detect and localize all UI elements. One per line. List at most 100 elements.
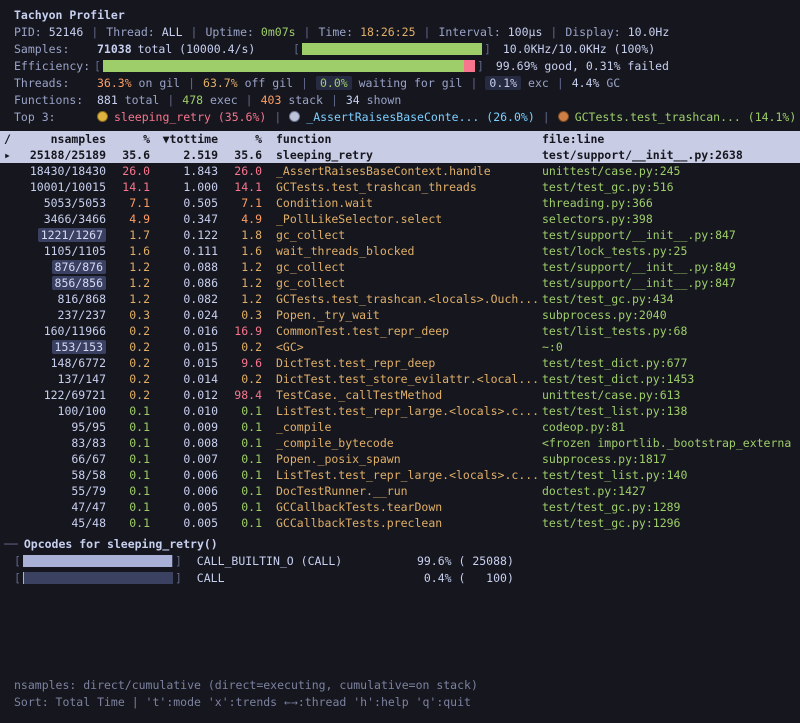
function-cell: Popen._try_wait: [276, 307, 538, 323]
nsamples-cell: 237/237: [14, 307, 106, 323]
function-cell: wait_threads_blocked: [276, 243, 538, 259]
file-line-cell: test/test_gc.py:1289: [542, 499, 800, 515]
file-line-cell: test/support/__init__.py:847: [542, 227, 800, 243]
tottime-cell: 0.005: [150, 499, 218, 515]
column-header-pct-direct[interactable]: %: [106, 131, 150, 147]
tottime-cell: 0.008: [150, 435, 218, 451]
nsamples-value: 45/48: [71, 516, 106, 530]
table-row[interactable]: 137/1470.20.0140.2DictTest.test_store_ev…: [0, 371, 800, 387]
function-cell: ListTest.test_repr_large.<locals>.c...: [276, 403, 538, 419]
nsamples-cell: 47/47: [14, 499, 106, 515]
opcodes-title: Opcodes for sleeping_retry(): [18, 537, 218, 551]
direct-pct-cell: 35.6: [106, 147, 150, 163]
table-row[interactable]: 160/119660.20.01616.9CommonTest.test_rep…: [0, 323, 800, 339]
file-line-cell: test/test_dict.py:677: [542, 355, 800, 371]
separator: |: [188, 76, 195, 90]
direct-pct-cell: 0.2: [106, 371, 150, 387]
nsamples-value: 856/856: [52, 276, 106, 290]
column-header-pct-cumulative[interactable]: %: [218, 131, 262, 147]
table-row[interactable]: 153/1530.20.0150.2<GC>~:0: [0, 339, 800, 355]
direct-pct-cell: 0.1: [106, 499, 150, 515]
interval-label: Interval:: [438, 25, 500, 39]
table-row[interactable]: 100/1000.10.0100.1ListTest.test_repr_lar…: [0, 403, 800, 419]
functions-exec-label: exec: [203, 93, 238, 107]
column-header-function[interactable]: function: [276, 131, 538, 147]
time-value: 18:26:25: [360, 25, 415, 39]
nsamples-value: 148/6772: [51, 356, 106, 370]
keybindings-help-text: Sort: Total Time | 't':mode 'x':trends ←…: [0, 694, 800, 711]
table-row[interactable]: 237/2370.30.0240.3Popen._try_waitsubproc…: [0, 307, 800, 323]
table-row[interactable]: 5053/50537.10.5057.1Condition.waitthread…: [0, 195, 800, 211]
app-title: Tachyon Profiler: [0, 6, 800, 23]
nsamples-value: 5053/5053: [44, 196, 106, 210]
table-row[interactable]: 66/670.10.0070.1Popen._posix_spawnsubpro…: [0, 451, 800, 467]
function-cell: DictTest.test_store_evilattr.<local...: [276, 371, 538, 387]
top3-function-1[interactable]: sleeping_retry (35.6%): [114, 110, 266, 124]
function-cell: <GC>: [276, 339, 538, 355]
nsamples-cell: 3466/3466: [14, 211, 106, 227]
direct-pct-cell: 1.2: [106, 291, 150, 307]
nsamples-cell: 58/58: [14, 467, 106, 483]
cumulative-pct-cell: 0.1: [218, 451, 262, 467]
column-header-file-line[interactable]: file:line: [542, 131, 800, 147]
nsamples-cell: 816/868: [14, 291, 106, 307]
cumulative-pct-cell: 0.1: [218, 483, 262, 499]
nsamples-cell: 876/876: [14, 259, 106, 275]
table-row[interactable]: 148/67720.20.0159.6DictTest.test_repr_de…: [0, 355, 800, 371]
table-row[interactable]: 83/830.10.0080.1_compile_bytecode<frozen…: [0, 435, 800, 451]
functions-line: Functions: 881 total|478 exec|403 stack|…: [0, 91, 800, 108]
thread-value[interactable]: ALL: [162, 25, 183, 39]
efficiency-line: Efficiency: [ ] 99.69% good, 0.31% faile…: [0, 57, 800, 74]
table-row[interactable]: 122/697210.20.01298.4TestCase._callTestM…: [0, 387, 800, 403]
table-row[interactable]: 18430/1843026.01.84326.0_AssertRaisesBas…: [0, 163, 800, 179]
table-row[interactable]: 95/950.10.0090.1_compilecodeop.py:81: [0, 419, 800, 435]
table-row[interactable]: 47/470.10.0050.1GCCallbackTests.tearDown…: [0, 499, 800, 515]
nsamples-cell: 83/83: [14, 435, 106, 451]
cumulative-pct-cell: 0.1: [218, 467, 262, 483]
table-row[interactable]: 58/580.10.0060.1ListTest.test_repr_large…: [0, 467, 800, 483]
top3-label: Top 3:: [14, 110, 90, 124]
table-row[interactable]: 3466/34664.90.3474.9_PollLikeSelector.se…: [0, 211, 800, 227]
table-row[interactable]: 1105/11051.60.1111.6wait_threads_blocked…: [0, 243, 800, 259]
function-cell: TestCase._callTestMethod: [276, 387, 538, 403]
table-row[interactable]: 1221/12671.70.1221.8gc_collecttest/suppo…: [0, 227, 800, 243]
threads-waiting-gil-value: 0.0%: [316, 76, 352, 90]
efficiency-bar: [103, 60, 475, 72]
footer: nsamples: direct/cumulative (direct=exec…: [0, 677, 800, 711]
nsamples-cell: 148/6772: [14, 355, 106, 371]
table-row[interactable]: 55/790.10.0060.1DocTestRunner.__rundocte…: [0, 483, 800, 499]
direct-pct-cell: 1.7: [106, 227, 150, 243]
samples-total-count: 71038: [97, 42, 132, 56]
opcode-pct: 0.4% ( 100): [390, 571, 514, 585]
separator-dashes: ──: [4, 537, 18, 551]
refresh-spinner: /: [0, 131, 14, 147]
threads-exc-value: 0.1%: [485, 76, 521, 90]
nsamples-cell: 122/69721: [14, 387, 106, 403]
top3-function-2[interactable]: _AssertRaisesBaseConte... (26.0%): [306, 110, 534, 124]
table-row[interactable]: 856/8561.20.0861.2gc_collecttest/support…: [0, 275, 800, 291]
table-row[interactable]: ▸25188/2518935.62.51935.6sleeping_retryt…: [0, 147, 800, 163]
column-header-tottime[interactable]: ▼tottime: [150, 131, 218, 147]
opcode-bar-fill: [23, 555, 172, 567]
tottime-cell: 0.082: [150, 291, 218, 307]
nsamples-cell: 137/147: [14, 371, 106, 387]
threads-segments: 36.3% on gil|63.7% off gil|0.0% waiting …: [97, 76, 620, 90]
column-header-nsamples[interactable]: nsamples: [14, 131, 106, 147]
file-line-cell: test/test_list.py:138: [542, 403, 800, 419]
nsamples-value: 816/868: [58, 292, 106, 306]
table-row[interactable]: 816/8681.20.0821.2GCTests.test_trashcan.…: [0, 291, 800, 307]
nsamples-cell: 10001/10015: [14, 179, 106, 195]
table-row[interactable]: 10001/1001514.11.00014.1GCTests.test_tra…: [0, 179, 800, 195]
top3-function-3[interactable]: GCTests.test_trashcan... (14.1%): [575, 110, 797, 124]
direct-pct-cell: 0.1: [106, 483, 150, 499]
bar-open-bracket: [: [293, 42, 300, 56]
cumulative-pct-cell: 9.6: [218, 355, 262, 371]
file-line-cell: <frozen importlib._bootstrap_externa: [542, 435, 800, 451]
table-row[interactable]: 45/480.10.0050.1GCCallbackTests.preclean…: [0, 515, 800, 531]
threads-off-gil-label: off gil: [238, 76, 293, 90]
nsamples-value: 160/11966: [44, 324, 106, 338]
table-row[interactable]: 876/8761.20.0881.2gc_collecttest/support…: [0, 259, 800, 275]
separator: |: [304, 25, 311, 39]
file-line-cell: threading.py:366: [542, 195, 800, 211]
function-cell: sleeping_retry: [276, 147, 538, 163]
